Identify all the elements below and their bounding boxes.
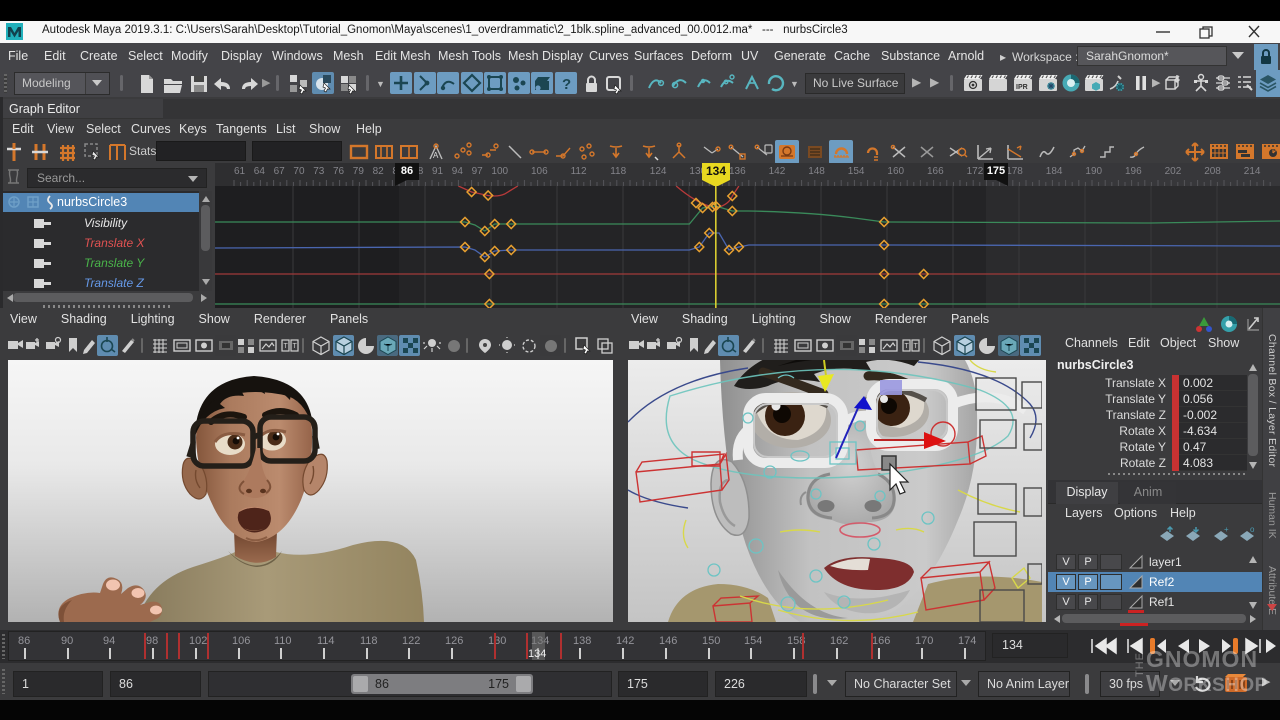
svg-text:202: 202: [1165, 166, 1182, 177]
svg-text:102: 102: [189, 635, 207, 647]
svg-text:190: 190: [1085, 166, 1102, 177]
svg-text:196: 196: [1125, 166, 1142, 177]
svg-text:148: 148: [808, 166, 825, 177]
svg-text:+: +: [1224, 526, 1229, 534]
svg-text:97: 97: [472, 166, 484, 177]
svg-text:A: A: [433, 151, 439, 160]
svg-text:T: T: [905, 343, 910, 350]
svg-text:110: 110: [274, 635, 292, 647]
svg-text:106: 106: [531, 166, 548, 177]
svg-text:162: 162: [830, 635, 848, 647]
svg-text:94: 94: [103, 635, 115, 647]
svg-text:?: ?: [562, 76, 571, 93]
svg-text:70: 70: [293, 166, 305, 177]
svg-text:154: 154: [744, 635, 762, 647]
svg-text:98: 98: [146, 635, 158, 647]
svg-text:170: 170: [915, 635, 933, 647]
svg-text:T: T: [284, 343, 289, 350]
svg-text:IPR: IPR: [1016, 84, 1028, 91]
svg-text:64: 64: [254, 166, 266, 177]
svg-text:146: 146: [659, 635, 677, 647]
svg-text:160: 160: [887, 166, 904, 177]
svg-text:174: 174: [958, 635, 976, 647]
svg-text:122: 122: [402, 635, 420, 647]
svg-text:172: 172: [967, 166, 984, 177]
svg-text:106: 106: [232, 635, 250, 647]
svg-text:o: o: [1250, 526, 1255, 534]
svg-text:126: 126: [445, 635, 463, 647]
svg-text:114: 114: [317, 635, 335, 647]
svg-text:142: 142: [616, 635, 634, 647]
svg-text:134: 134: [528, 648, 546, 660]
svg-text:94: 94: [452, 166, 464, 177]
svg-text:118: 118: [360, 635, 378, 647]
svg-text:73: 73: [313, 166, 325, 177]
svg-text:124: 124: [650, 166, 667, 177]
svg-text:136: 136: [729, 166, 746, 177]
svg-text:166: 166: [872, 635, 890, 647]
svg-text:130: 130: [488, 635, 506, 647]
svg-text:T: T: [914, 343, 919, 350]
svg-text:150: 150: [702, 635, 720, 647]
svg-text:100: 100: [491, 166, 508, 177]
svg-text:90: 90: [61, 635, 73, 647]
svg-text:208: 208: [1204, 166, 1221, 177]
svg-text:112: 112: [571, 166, 587, 177]
svg-text:118: 118: [610, 166, 626, 177]
svg-text:67: 67: [274, 166, 286, 177]
svg-text:82: 82: [373, 166, 385, 177]
svg-text:76: 76: [333, 166, 345, 177]
svg-text:142: 142: [769, 166, 786, 177]
svg-text:154: 154: [848, 166, 865, 177]
svg-text:178: 178: [1006, 166, 1023, 177]
svg-text:61: 61: [234, 166, 246, 177]
svg-text:91: 91: [432, 166, 444, 177]
svg-text:214: 214: [1244, 166, 1261, 177]
svg-text:166: 166: [927, 166, 944, 177]
svg-text:138: 138: [573, 635, 591, 647]
svg-text:184: 184: [1046, 166, 1063, 177]
svg-text:86: 86: [18, 635, 30, 647]
svg-text:79: 79: [353, 166, 365, 177]
svg-text:T: T: [293, 343, 298, 350]
